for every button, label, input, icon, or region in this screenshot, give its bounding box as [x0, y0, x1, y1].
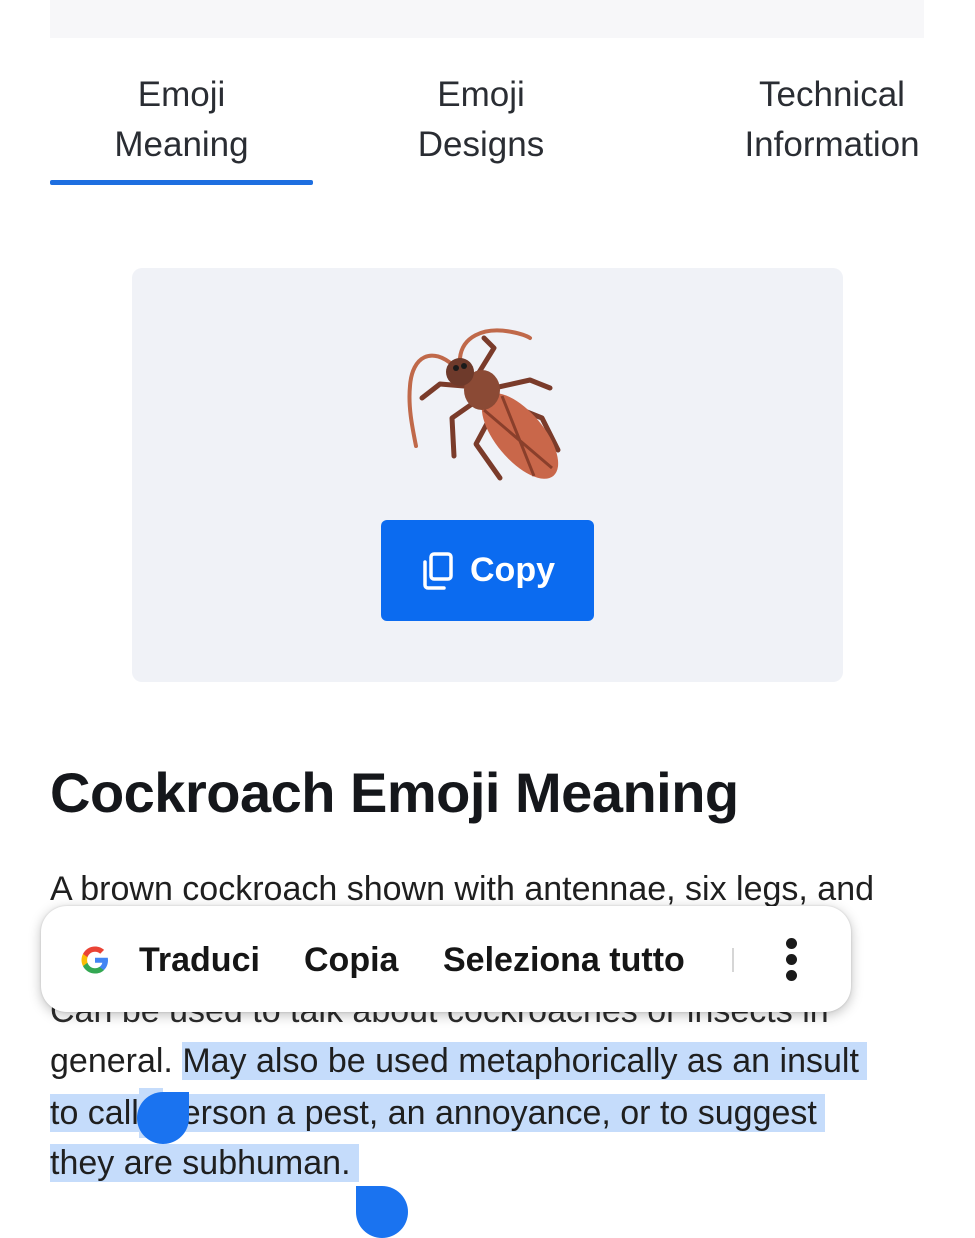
copy-button-label: Copy: [470, 551, 555, 589]
tab-technical-information[interactable]: Technical Information: [710, 70, 954, 170]
menu-divider: [732, 948, 734, 972]
selection-end-handle[interactable]: [356, 1186, 408, 1238]
meaning-text-line-4: they are subhuman.: [50, 1138, 359, 1188]
text-selection-toolbar: Traduci Copia Seleziona tutto: [41, 906, 851, 1012]
copy-icon: [423, 551, 453, 590]
selected-text: they are subhuman.: [50, 1144, 359, 1182]
top-banner-strip: [50, 0, 924, 38]
selected-text: to call: [50, 1094, 139, 1132]
cockroach-emoji-icon: [407, 328, 561, 481]
google-g-icon: [81, 946, 108, 974]
copy-emoji-button[interactable]: Copy: [381, 520, 594, 621]
more-vertical-icon[interactable]: [779, 938, 803, 982]
select-all-menu-item[interactable]: Seleziona tutto: [443, 940, 685, 980]
translate-menu-item[interactable]: Traduci: [139, 940, 260, 980]
copy-menu-item[interactable]: Copia: [304, 940, 398, 980]
tab-bar: Emoji Meaning Emoji Designs Technical In…: [50, 70, 924, 186]
selected-text: person a pest, an annoyance, or to sugge…: [162, 1094, 825, 1132]
tab-emoji-designs[interactable]: Emoji Designs: [350, 70, 612, 170]
active-tab-indicator: [50, 180, 313, 185]
selection-start-handle[interactable]: [137, 1092, 189, 1144]
emoji-preview-card: Copy: [132, 268, 843, 682]
meaning-text-unselected: general.: [50, 1042, 183, 1080]
tab-emoji-meaning[interactable]: Emoji Meaning: [50, 70, 313, 170]
selected-text: May also be used metaphorically as an in…: [182, 1042, 867, 1080]
page-title: Cockroach Emoji Meaning: [50, 761, 739, 824]
meaning-text-line-2: general. May also be used metaphorically…: [50, 1036, 867, 1086]
